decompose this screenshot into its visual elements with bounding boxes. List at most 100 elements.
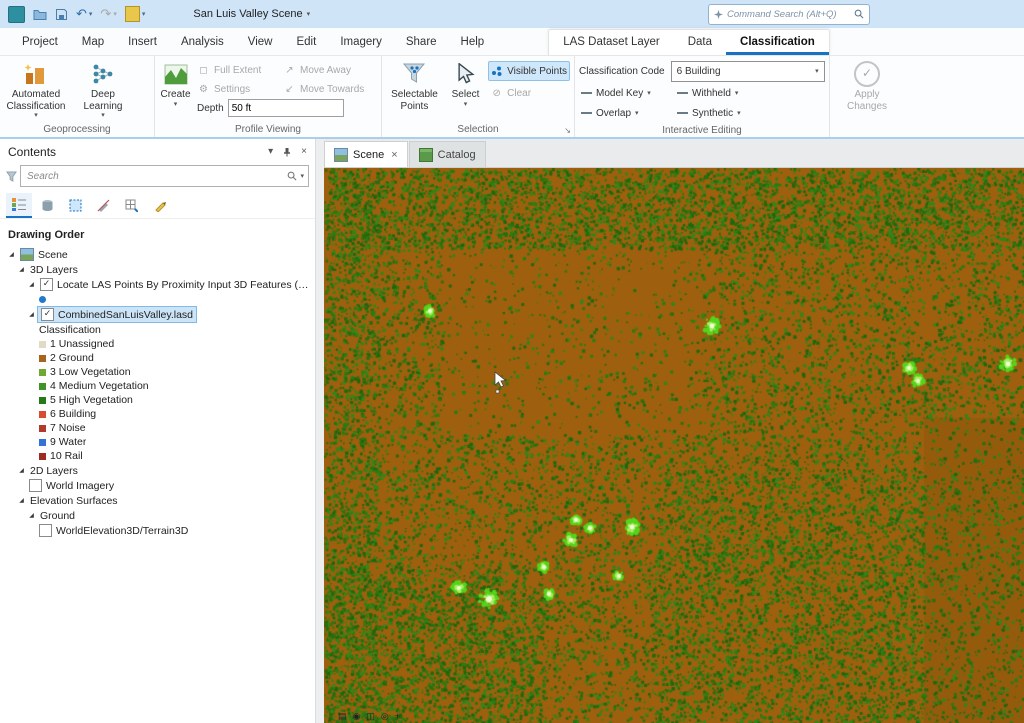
zoom-icon[interactable]: +: [395, 711, 400, 722]
legend-class-1[interactable]: 1 Unassigned: [0, 337, 315, 351]
list-by-selection-icon[interactable]: [62, 194, 88, 217]
legend-class-4[interactable]: 4 Medium Vegetation: [0, 379, 315, 393]
scene-view[interactable]: ▤ ◉ ◫ ◎ +: [324, 168, 1024, 723]
depth-input[interactable]: [227, 99, 344, 117]
expand-arrow-icon[interactable]: ◢: [26, 512, 37, 519]
tree-item-worldelevation3d[interactable]: WorldElevation3D/Terrain3D: [0, 523, 315, 538]
depth-label: Depth: [197, 102, 224, 114]
layers-icon[interactable]: ◫: [366, 711, 375, 722]
classification-code-dropdown[interactable]: 6 Building ▾: [670, 60, 825, 82]
save-project-icon[interactable]: [55, 5, 68, 23]
legend-class-5[interactable]: 5 High Vegetation: [0, 393, 315, 407]
expand-arrow-icon[interactable]: ◢: [16, 467, 27, 474]
close-pane-icon[interactable]: ×: [301, 146, 307, 157]
view-area: Scene × Catalog ▤ ◉ ◫ ◎ +: [324, 139, 1024, 723]
command-search[interactable]: Command Search (Alt+Q): [708, 3, 870, 25]
legend-class-6[interactable]: 6 Building: [0, 407, 315, 421]
view-tab-scene[interactable]: Scene ×: [324, 141, 408, 167]
expand-arrow-icon[interactable]: ◢: [26, 311, 37, 318]
move-towards-button[interactable]: ↙ Move Towards: [281, 80, 377, 98]
scene-canvas[interactable]: [324, 168, 1024, 723]
expand-arrow-icon[interactable]: ◢: [26, 281, 37, 288]
legend-class-7[interactable]: 7 Noise: [0, 421, 315, 435]
list-by-editing-icon[interactable]: [90, 194, 116, 217]
visible-points-toggle[interactable]: Visible Points: [488, 61, 570, 81]
layer-checkbox[interactable]: [41, 308, 54, 321]
ribbon-tab-insert[interactable]: Insert: [116, 30, 169, 55]
notebook-icon[interactable]: ▾: [124, 5, 145, 23]
tree-item-locate-las-points[interactable]: ◢ Locate LAS Points By Proximity Input 3D…: [0, 277, 315, 292]
synthetic-dropdown[interactable]: Synthetic ▾: [675, 104, 771, 122]
list-by-drawing-order-icon[interactable]: [6, 192, 32, 218]
ribbon-tab-edit[interactable]: Edit: [284, 30, 328, 55]
expand-arrow-icon[interactable]: ◢: [6, 251, 17, 258]
target-icon[interactable]: ◎: [381, 711, 389, 722]
depth-field-row: Depth: [195, 99, 377, 117]
ribbon-tab-share[interactable]: Share: [394, 30, 449, 55]
tree-row-body: 7 Noise: [36, 421, 89, 436]
overlap-dropdown[interactable]: Overlap ▾: [579, 104, 675, 122]
contents-tab-bar: [0, 190, 315, 219]
tree-item-world-imagery[interactable]: World Imagery: [0, 478, 315, 493]
tree-item-ground[interactable]: ◢ Ground: [0, 508, 315, 523]
create-profile-button[interactable]: Create ▾: [159, 59, 192, 109]
tree-item-2d-layers[interactable]: ◢ 2D Layers: [0, 463, 315, 478]
automated-classification-button[interactable]: Automated Classification ▾: [4, 59, 68, 120]
undo-button[interactable]: ↶ ▾: [76, 5, 92, 23]
contents-search-input[interactable]: [25, 169, 285, 183]
ribbon-tab-view[interactable]: View: [236, 30, 285, 55]
list-by-snapping-icon[interactable]: [118, 194, 144, 217]
tree-item-scene[interactable]: ◢ Scene: [0, 247, 315, 262]
chevron-down-icon[interactable]: ▾: [300, 172, 304, 180]
ribbon-tab-classification[interactable]: Classification: [726, 30, 829, 55]
view-tab-catalog[interactable]: Catalog: [408, 141, 486, 167]
overview-icon[interactable]: ▤: [338, 711, 347, 722]
point-symbol-icon[interactable]: [39, 296, 46, 303]
point-symbol-legend[interactable]: [0, 292, 315, 307]
ribbon-tab-map[interactable]: Map: [70, 30, 116, 55]
filter-icon[interactable]: [6, 170, 17, 182]
ribbon-tab-analysis[interactable]: Analysis: [169, 30, 236, 55]
open-project-icon[interactable]: [33, 5, 47, 23]
redo-button[interactable]: ↷ ▾: [100, 5, 116, 23]
list-by-source-icon[interactable]: [34, 194, 60, 217]
selectable-points-button[interactable]: Selectable Points: [386, 59, 443, 112]
withheld-dropdown[interactable]: Withheld ▾: [675, 84, 771, 102]
legend-class-3[interactable]: 3 Low Vegetation: [0, 365, 315, 379]
pane-options-icon[interactable]: ▾: [268, 146, 273, 157]
profile-viewing-group-label: Profile Viewing: [235, 123, 301, 135]
tree-item-elevation-surfaces[interactable]: ◢ Elevation Surfaces: [0, 493, 315, 508]
layer-checkbox[interactable]: [40, 278, 53, 291]
navigator-icon[interactable]: ◉: [353, 711, 361, 722]
clear-selection-button[interactable]: ⊘ Clear: [488, 84, 570, 102]
pane-splitter[interactable]: [316, 139, 324, 723]
list-by-labeling-icon[interactable]: [146, 194, 172, 217]
selection-dialog-launcher-icon[interactable]: ↘: [564, 126, 571, 135]
project-title[interactable]: San Luis Valley Scene ▾: [193, 8, 310, 20]
tree-item-3d-layers[interactable]: ◢ 3D Layers: [0, 262, 315, 277]
layer-checkbox[interactable]: [29, 479, 42, 492]
ribbon-tab-project[interactable]: Project: [10, 30, 70, 55]
app-icon[interactable]: [8, 5, 25, 23]
profile-settings-button[interactable]: ⚙ Settings: [195, 80, 281, 98]
ribbon-tab-las-dataset-layer[interactable]: LAS Dataset Layer: [549, 30, 674, 55]
expand-arrow-icon[interactable]: ◢: [16, 497, 27, 504]
pin-icon[interactable]: [282, 147, 292, 157]
full-extent-button[interactable]: ◻ Full Extent: [195, 61, 281, 79]
ribbon-tab-imagery[interactable]: Imagery: [328, 30, 394, 55]
layer-checkbox[interactable]: [39, 524, 52, 537]
tree-item-combined-lasd[interactable]: ◢ CombinedSanLuisValley.lasd: [0, 306, 315, 323]
expand-arrow-icon[interactable]: ◢: [16, 266, 27, 273]
ribbon-tab-data[interactable]: Data: [674, 30, 726, 55]
ribbon-tab-help[interactable]: Help: [449, 30, 497, 55]
legend-class-9[interactable]: 9 Water: [0, 435, 315, 449]
move-away-button[interactable]: ↗ Move Away: [281, 61, 377, 79]
deep-learning-button[interactable]: Deep Learning ▾: [71, 59, 135, 120]
legend-class-2[interactable]: 2 Ground: [0, 351, 315, 365]
model-key-dropdown[interactable]: Model Key ▾: [579, 84, 675, 102]
apply-changes-button[interactable]: ✓ Apply Changes: [835, 59, 899, 112]
select-button[interactable]: Select ▾: [446, 59, 485, 109]
close-tab-icon[interactable]: ×: [391, 149, 397, 161]
tree-row-body: Ground: [37, 508, 78, 523]
legend-class-10[interactable]: 10 Rail: [0, 449, 315, 463]
